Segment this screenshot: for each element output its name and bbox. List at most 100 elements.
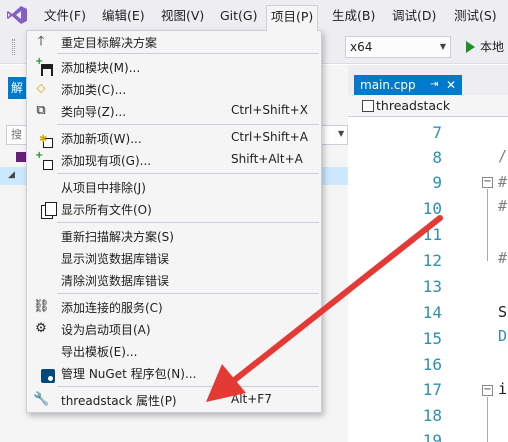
menuitem-add-new-item[interactable]: ✱ 添加新项(W)... Ctrl+Shift+A: [27, 127, 321, 149]
menu-file[interactable]: 文件(F): [40, 6, 90, 26]
menuitem-rescan-solution[interactable]: 重新扫描解决方案(S): [27, 225, 321, 247]
tree-expand-icon[interactable]: ◢: [8, 170, 15, 180]
menuitem-class-wizard[interactable]: ⧉ 类向导(Z)... Ctrl+Shift+X: [27, 100, 321, 122]
close-icon[interactable]: ✕: [446, 75, 456, 95]
add-module-icon: +: [33, 57, 53, 77]
gear-icon: ⚙: [35, 321, 47, 336]
nav-project-label: threadstack: [376, 98, 451, 113]
menuitem-label: 清除浏览数据库错误: [61, 274, 170, 288]
project-menu-dropdown: 🡑 重定目标解决方案 + 添加模块(M)... ⬦ 添加类(C)... ⧉ 类向…: [26, 30, 322, 413]
play-icon[interactable]: [466, 41, 475, 53]
add-connected-service-icon: ⛓: [33, 299, 50, 314]
menuitem-label: 管理 NuGet 程序包(N)...: [61, 367, 197, 381]
menuitem-label: 显示浏览数据库错误: [61, 252, 170, 266]
navigation-bar[interactable]: threadstack: [348, 95, 508, 117]
line-number: 18: [422, 406, 442, 425]
nuget-icon: [33, 365, 55, 383]
menuitem-label: 添加新项(W)...: [61, 132, 142, 146]
outline-guide: [487, 189, 488, 261]
menu-separator: [57, 173, 319, 174]
menuitem-label: 添加类(C)...: [61, 83, 127, 97]
line-number: 7: [432, 123, 442, 142]
pin-icon[interactable]: ⇥: [430, 75, 438, 95]
menuitem-set-as-startup[interactable]: ⚙ 设为启动项目(A): [27, 318, 321, 340]
platform-value: x64: [350, 40, 373, 54]
menuitem-label: 导出模板(E)...: [61, 345, 138, 359]
line-number: 13: [422, 277, 442, 296]
class-wizard-icon: ⧉: [36, 103, 46, 118]
project-icon: [362, 100, 374, 112]
collapse-region-icon[interactable]: −: [482, 385, 493, 396]
menuitem-label: 重新扫描解决方案(S): [61, 230, 174, 244]
add-class-icon: ⬦: [36, 81, 46, 96]
tab-main-cpp[interactable]: main.cpp ⇥ ✕: [354, 75, 462, 95]
menu-test[interactable]: 测试(S): [450, 6, 501, 26]
menu-separator: [57, 124, 319, 125]
document-tabstrip: main.cpp ⇥ ✕: [348, 65, 508, 95]
menuitem-label: 重定目标解决方案: [61, 36, 158, 50]
menuitem-clear-browse-db-errors[interactable]: 清除浏览数据库错误: [27, 269, 321, 291]
menuitem-export-template[interactable]: 导出模板(E)...: [27, 340, 321, 362]
menuitem-manage-nuget[interactable]: 管理 NuGet 程序包(N)...: [27, 362, 321, 384]
menuitem-add-module[interactable]: + 添加模块(M)...: [27, 56, 321, 78]
run-button-label[interactable]: 本地: [480, 38, 504, 55]
code-fragment[interactable]: D: [498, 327, 507, 345]
menu-build[interactable]: 生成(B): [328, 6, 379, 26]
menu-view[interactable]: 视图(V): [157, 6, 208, 26]
line-number: 10: [422, 199, 442, 218]
add-existing-item-icon: +: [33, 151, 53, 170]
menuitem-exclude-from-project[interactable]: 从项目中排除(J): [27, 176, 321, 198]
menu-debug[interactable]: 调试(D): [388, 6, 440, 26]
menuitem-label: 设为启动项目(A): [61, 323, 151, 337]
menu-bar: 文件(F) 编辑(E) 视图(V) Git(G) 项目(P) 生成(B) 调试(…: [0, 0, 508, 31]
code-fragment[interactable]: /: [498, 147, 507, 165]
platform-dropdown[interactable]: x64 ▼: [345, 36, 451, 58]
menuitem-shortcut: Ctrl+Shift+A: [231, 130, 308, 144]
line-number: 19: [422, 431, 442, 442]
chevron-down-icon: ▼: [439, 42, 446, 51]
menuitem-show-all-files[interactable]: 显示所有文件(O): [27, 198, 321, 220]
menuitem-add-connected-service[interactable]: ⛓ 添加连接的服务(C): [27, 296, 321, 318]
menu-separator: [57, 293, 319, 294]
menu-git[interactable]: Git(G): [216, 6, 262, 26]
search-dropdown-icon[interactable]: ▼: [338, 129, 344, 138]
code-editor: main.cpp ⇥ ✕ threadstack 7 8 9 10 11 12 …: [348, 65, 508, 442]
menuitem-shortcut: Ctrl+Shift+X: [231, 103, 308, 117]
line-number: 12: [422, 251, 442, 270]
menu-project[interactable]: 项目(P): [266, 5, 319, 31]
menuitem-label: threadstack 属性(P): [61, 394, 177, 408]
visual-studio-logo-icon[interactable]: [6, 5, 28, 25]
menuitem-label: 添加现有项(G)...: [61, 154, 152, 168]
add-new-item-icon: ✱: [33, 130, 53, 148]
menuitem-add-class[interactable]: ⬦ 添加类(C)...: [27, 78, 321, 100]
wrench-icon: 🔧: [33, 392, 50, 407]
menuitem-retarget-solution[interactable]: 🡑 重定目标解决方案: [27, 31, 321, 53]
line-number: 8: [432, 148, 442, 167]
menuitem-shortcut: Shift+Alt+A: [231, 152, 303, 166]
menu-separator: [57, 222, 319, 223]
code-fragment[interactable]: S: [498, 303, 507, 321]
menuitem-show-browse-db-errors[interactable]: 显示浏览数据库错误: [27, 247, 321, 269]
code-fragment[interactable]: #: [498, 197, 507, 215]
code-fragment[interactable]: #: [498, 173, 507, 191]
line-number: 14: [422, 303, 442, 322]
code-fragment[interactable]: i: [498, 380, 507, 398]
menuitem-project-properties[interactable]: 🔧 threadstack 属性(P) Alt+F7: [27, 389, 321, 411]
code-fragment[interactable]: #: [498, 249, 507, 267]
line-number: 9: [432, 173, 442, 192]
menuitem-label: 类向导(Z)...: [61, 105, 127, 119]
show-all-files-icon: [33, 201, 57, 219]
collapse-region-icon[interactable]: −: [482, 177, 493, 188]
menuitem-add-existing-item[interactable]: + 添加现有项(G)... Shift+Alt+A: [27, 149, 321, 171]
menuitem-label: 添加模块(M)...: [61, 61, 141, 75]
toolbar-grip[interactable]: [12, 39, 15, 55]
menu-edit[interactable]: 编辑(E): [98, 6, 149, 26]
menuitem-shortcut: Alt+F7: [231, 392, 272, 406]
line-number: 11: [422, 225, 442, 244]
menu-separator: [57, 386, 319, 387]
outline-guide: [487, 397, 488, 442]
line-number: 15: [422, 329, 442, 348]
menuitem-label: 显示所有文件(O): [61, 203, 152, 217]
line-number: 16: [422, 355, 442, 374]
arrow-up-icon: 🡑: [37, 34, 45, 49]
